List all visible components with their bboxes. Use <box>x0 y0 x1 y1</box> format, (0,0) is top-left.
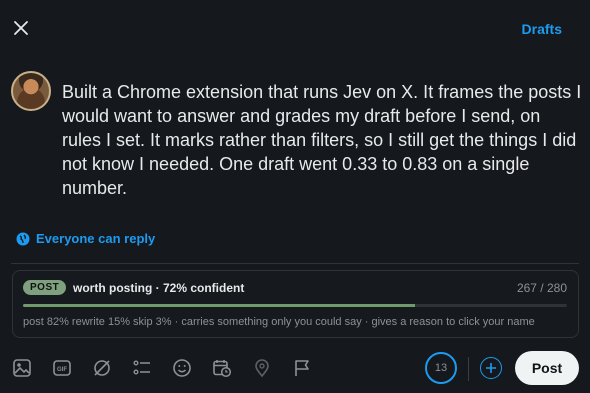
add-post-button[interactable] <box>480 357 502 379</box>
reply-setting-button[interactable]: Everyone can reply <box>16 231 155 246</box>
close-icon <box>14 21 28 35</box>
location-button[interactable] <box>251 357 273 379</box>
confidence-bar-fill <box>23 304 415 307</box>
avatar <box>11 71 51 111</box>
flag-button[interactable] <box>291 357 313 379</box>
grader-card: POST worth posting · 72% confident 267 /… <box>12 270 579 338</box>
divider <box>468 357 469 381</box>
gif-icon: GIF <box>53 360 71 376</box>
post-text-input[interactable]: Built a Chrome extension that runs Jev o… <box>62 80 582 200</box>
emoji-icon <box>173 359 191 377</box>
grader-details: post 82% rewrite 15% skip 3% · carries s… <box>23 316 535 328</box>
location-icon <box>255 359 269 378</box>
status-badge: POST <box>23 280 67 295</box>
post-button[interactable]: Post <box>515 351 579 385</box>
compose-panel: Drafts Built a Chrome extension that run… <box>0 0 590 393</box>
close-button[interactable] <box>10 17 32 39</box>
verdict-text: worth posting · 72% confident <box>73 281 245 295</box>
divider <box>11 263 579 264</box>
toolbar: GIF 13 Post <box>0 345 590 393</box>
schedule-button[interactable] <box>211 357 233 379</box>
gif-button[interactable]: GIF <box>51 357 73 379</box>
poll-button[interactable] <box>131 357 153 379</box>
schedule-icon <box>213 360 232 378</box>
reply-setting-label: Everyone can reply <box>36 231 156 246</box>
grok-icon <box>94 360 110 376</box>
emoji-button[interactable] <box>171 357 193 379</box>
drafts-link[interactable]: Drafts <box>522 21 562 37</box>
confidence-bar <box>23 304 567 307</box>
image-icon <box>13 359 31 377</box>
char-counter-ring: 13 <box>425 352 457 384</box>
char-count: 267 / 280 <box>516 281 567 295</box>
flag-icon <box>295 360 309 376</box>
media-button[interactable] <box>11 357 33 379</box>
plus-icon <box>486 363 496 373</box>
list-icon <box>133 360 150 375</box>
grok-button[interactable] <box>91 357 113 379</box>
svg-text:GIF: GIF <box>57 367 67 373</box>
globe-icon <box>16 232 30 245</box>
